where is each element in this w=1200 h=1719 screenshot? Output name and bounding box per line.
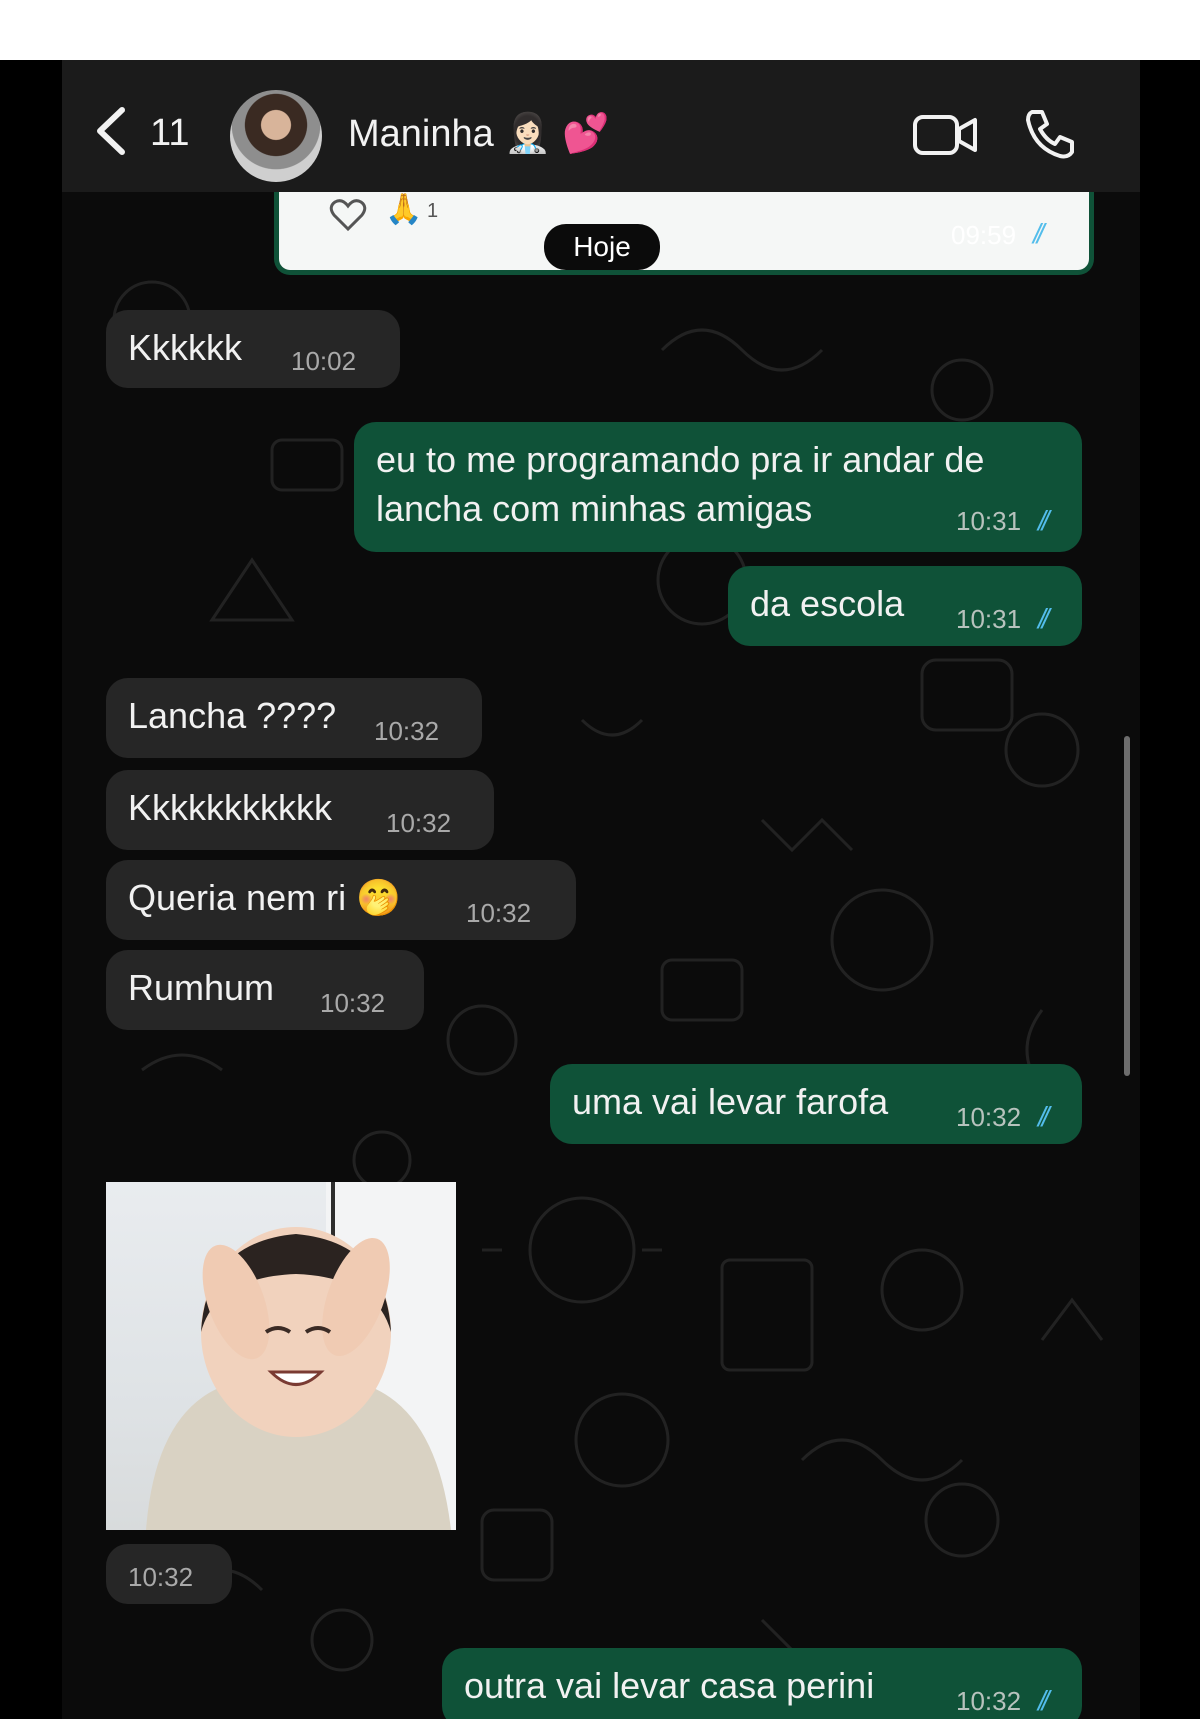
double-check-icon: // [1033,218,1044,249]
message-time: 10:31 [956,604,1022,634]
previous-message-bubble[interactable]: 🙏 1 09:59 // [274,192,1094,275]
message-time: 10:32 [956,1686,1022,1716]
message-time: 10:32 [466,898,532,928]
message-outgoing[interactable]: outra vai levar casa perini 10:32 // [442,1648,1082,1719]
message-incoming[interactable]: Lancha ???? 10:32 [106,678,482,758]
message-time: 10:32 [386,808,452,838]
chat-screen: 11 Maninha 👩🏻‍⚕️ 💕 🙏 1 09:59 // Hoje Kkk… [62,60,1140,1719]
contact-name[interactable]: Maninha 👩🏻‍⚕️ 💕 [348,112,610,156]
message-incoming[interactable]: Kkkkkkkkkkk 10:32 [106,770,494,850]
unread-count[interactable]: 11 [150,112,189,155]
message-outgoing[interactable]: uma vai levar farofa 10:32 // [550,1064,1082,1144]
sticker-image[interactable] [106,1182,456,1530]
message-time: 10:32 [956,1102,1022,1132]
message-text: da escola [750,583,905,624]
heart-icon[interactable] [329,198,367,232]
double-check-icon: // [1038,603,1049,634]
pray-emoji-icon: 🙏 [385,193,423,226]
back-chevron-icon[interactable] [92,106,132,156]
message-time: 10:31 [956,506,1022,536]
double-check-icon: // [1038,1685,1049,1716]
left-letterbox [0,60,62,1719]
message-time: 09:59 [951,220,1017,250]
sticker-illustration [146,1182,456,1530]
message-incoming[interactable]: Kkkkkk 10:02 [106,310,400,388]
message-outgoing[interactable]: eu to me programando pra ir andar de lan… [354,422,1082,552]
message-outgoing[interactable]: da escola 10:31 // [728,566,1082,646]
reaction-count: 1 [427,200,439,222]
message-text: Rumhum [128,967,275,1008]
scrollbar[interactable] [1124,736,1130,1076]
contact-avatar[interactable] [230,90,322,182]
chat-header: 11 Maninha 👩🏻‍⚕️ 💕 [62,60,1140,192]
video-call-icon[interactable] [912,112,978,158]
voice-call-icon[interactable] [1022,106,1078,162]
date-chip: Hoje [544,224,660,270]
message-incoming[interactable]: Queria nem ri 🤭 10:32 [106,860,576,940]
message-time: 10:32 [374,716,440,746]
message-text-line-1: eu to me programando pra ir andar de [376,439,985,480]
sticker-time-chip: 10:32 [106,1544,232,1604]
message-text: uma vai levar farofa [572,1081,889,1122]
message-incoming[interactable]: Rumhum 10:32 [106,950,424,1030]
double-check-icon: // [1038,1101,1049,1132]
message-time: 10:32 [320,988,386,1018]
right-letterbox [1140,60,1200,1719]
message-text: Kkkkkkkkkkk [128,787,333,828]
message-time: 10:32 [128,1562,194,1592]
message-text: Lancha ???? [128,695,337,736]
double-check-icon: // [1038,505,1049,536]
message-text: outra vai levar casa perini [464,1665,875,1706]
message-text: Kkkkkk [128,327,243,368]
message-time: 10:02 [291,346,357,376]
message-text: Queria nem ri 🤭 [128,877,401,918]
